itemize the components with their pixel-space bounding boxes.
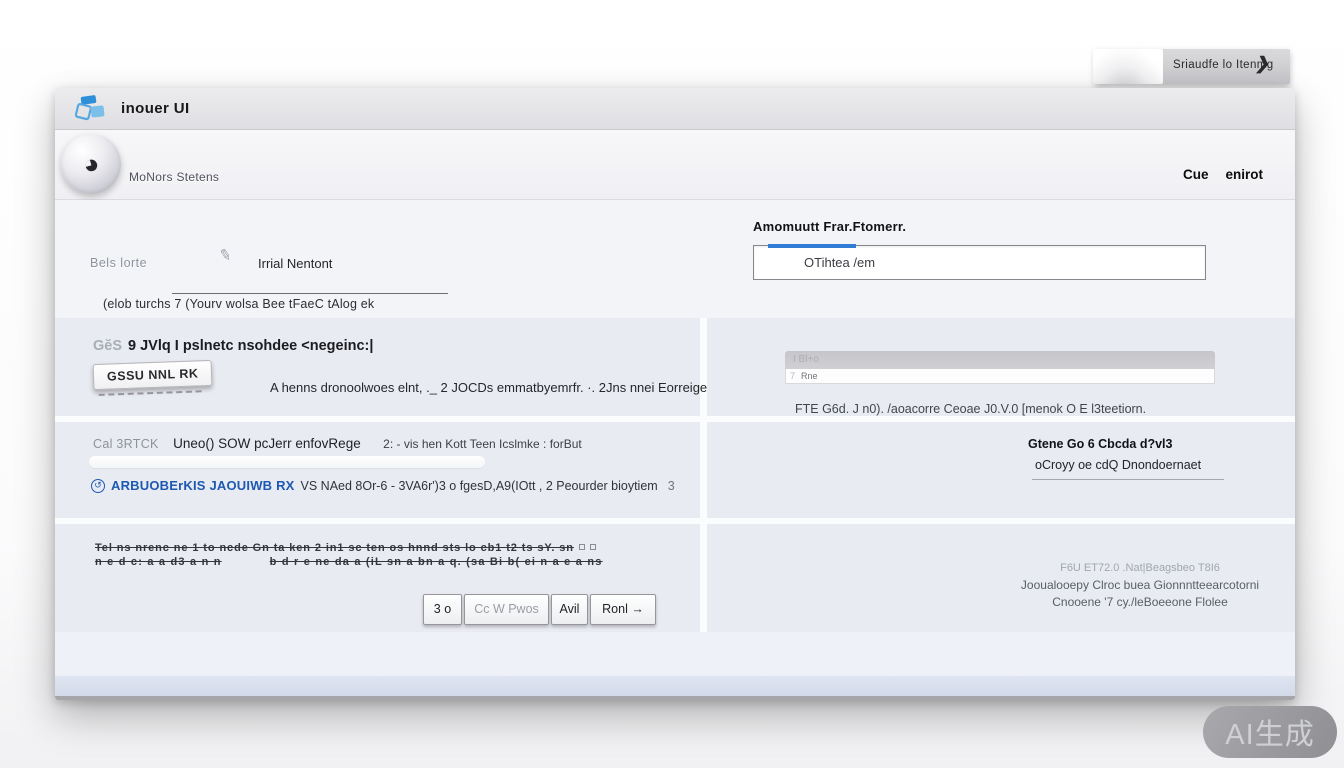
link-end-text: 3 xyxy=(668,479,675,493)
segment-button-forward[interactable]: Ronl → xyxy=(590,594,656,625)
main-window: inouer UI ◕ MoNors Stetens Cue enirot Be… xyxy=(55,88,1295,700)
info-line-1: F6U ET72.0 .Nat|Beagsbeo T8I6 xyxy=(1007,560,1273,577)
power-orb-button[interactable]: ◕ xyxy=(61,134,121,194)
progress-track xyxy=(89,456,485,468)
lower-spacer xyxy=(55,632,1295,676)
row1-heading-prefix: GĕS xyxy=(93,338,122,354)
row2-link[interactable]: ↺ ARBUOBErKIS JAOUIWB RX VS NAed 8Or-6 -… xyxy=(91,478,675,493)
power-glyph-icon: ◕ xyxy=(80,149,103,179)
strike-text-2a: n e d c: a a d3 a n n xyxy=(95,556,222,568)
row2-text-line: Cal 3RTCK Uneo() SOW pcJerr enfovRege 2:… xyxy=(93,435,582,453)
row1-description: A henns dronoolwoes elnt, ._ 2 JOCDs emm… xyxy=(270,380,733,395)
row1-heading-main: 9 JVlq I pslnetc nsohdee <negeinc:| xyxy=(128,338,373,354)
row1-right-caption: FTE G6d. J n0). /aoacorre Ceoae J0.V.0 [… xyxy=(795,402,1146,416)
name-underline xyxy=(172,293,448,294)
ai-generated-watermark: AI生成 xyxy=(1203,706,1337,758)
segment-button-1[interactable]: 3 o xyxy=(423,594,462,625)
segment-button-3[interactable]: Avil xyxy=(551,594,588,625)
row3-strike-line2: n e d c: a a d3 a n n b d r e ne da a (iL… xyxy=(95,556,603,568)
header-bar: ◕ MoNors Stetens Cue enirot xyxy=(55,130,1295,200)
amount-field-label: Amomuutt Frar.Ftomerr. xyxy=(753,219,906,234)
pencil-icon[interactable]: ✎ xyxy=(217,245,233,265)
list-item-mark: 7 xyxy=(790,371,795,381)
app-logo-icon xyxy=(75,95,107,123)
link-label: ARBUOBErKIS JAOUIWB RX xyxy=(111,478,295,493)
dropdown-list-item[interactable]: 7 Rne xyxy=(785,369,1215,384)
section-row2-right: Gtene Go 6 Cbcda d?vl3 oCroyy oe cdQ Dno… xyxy=(707,422,1295,518)
content-area: Bels lorte ✎ Irrial Nentont (elob turchs… xyxy=(55,200,1295,700)
row2-line-main: Uneo() SOW pcJerr enfovRege xyxy=(173,436,361,451)
section-row1-right: I Bl+o 7 Rne FTE G6d. J n0). /aoacorre C… xyxy=(707,318,1295,416)
link-text: VS NAed 8Or-6 - 3VA6r')3 o fgesD,A9(IOtt… xyxy=(301,479,658,493)
window-title: inouer UI xyxy=(121,100,190,117)
header-action-secondary[interactable]: enirot xyxy=(1225,167,1263,182)
row2-right-subheading[interactable]: oCroyy oe cdQ Dnondoernaet xyxy=(1035,458,1201,472)
segment-button-2[interactable]: Cc W Pwos xyxy=(464,594,549,625)
floating-toolbar[interactable]: Sriaudfe lo Itenmg ❯ xyxy=(1095,49,1290,84)
tiny-box-icon xyxy=(579,544,585,550)
row2-right-divider xyxy=(1032,479,1224,480)
tiny-box-icon xyxy=(590,544,596,550)
section-row2-left: Cal 3RTCK Uneo() SOW pcJerr enfovRege 2:… xyxy=(55,422,700,518)
name-caption: (elob turchs 7 (Yourv wolsa Bee tFaeC tA… xyxy=(103,297,374,311)
row1-heading: GĕS 9 JVlq I pslnetc nsohdee <negeinc:| xyxy=(93,338,373,354)
strike-text-2b: b d r e ne da a (iL sn a bn a q. (sa Bi … xyxy=(270,556,603,568)
window-bottom-edge xyxy=(55,696,1295,700)
row2-line-prefix: Cal 3RTCK xyxy=(93,437,159,451)
section-row3-left: Tel ns nrenc ne 1 to ncde Gn ta ken 2 in… xyxy=(55,524,700,632)
amount-field-wrapper xyxy=(753,245,1206,280)
footer-strip xyxy=(55,676,1295,696)
info-line-3: Cnooene '7 cy./leBoeeone Flolee xyxy=(1007,594,1273,611)
row2-line-suffix: 2: - vis hen Kott Teen Icslmke : forBut xyxy=(383,437,582,451)
button-group: 3 o Cc W Pwos Avil Ronl → xyxy=(423,594,656,625)
row1-action-button[interactable]: GSSU NNL RK xyxy=(93,360,213,390)
header-action-primary[interactable]: Cue xyxy=(1183,167,1209,182)
info-text-block: F6U ET72.0 .Nat|Beagsbeo T8I6 Jooualooep… xyxy=(1007,560,1273,611)
section-row3-right: F6U ET72.0 .Nat|Beagsbeo T8I6 Jooualooep… xyxy=(707,524,1295,632)
section-row1-left: GĕS 9 JVlq I pslnetc nsohdee <negeinc:| G… xyxy=(55,318,700,416)
list-item-label: Rne xyxy=(801,371,818,381)
dropdown-header-bar[interactable]: I Bl+o xyxy=(785,351,1215,369)
amount-input[interactable] xyxy=(754,246,1205,279)
refresh-circle-icon: ↺ xyxy=(91,479,105,493)
header-actions: Cue enirot xyxy=(1183,167,1263,182)
strike-text-1: Tel ns nrenc ne 1 to ncde Gn ta ken 2 in… xyxy=(95,542,574,554)
info-line-2: Jooualooepy Clroc buea Gionnntteearcotor… xyxy=(1007,577,1273,594)
name-label: Irrial Nentont xyxy=(258,256,332,271)
header-status-text: MoNors Stetens xyxy=(129,170,219,184)
name-label-muted: Bels lorte xyxy=(90,256,147,270)
top-form-section: Bels lorte ✎ Irrial Nentont (elob turchs… xyxy=(55,200,1295,318)
chevron-right-icon[interactable]: ❯ xyxy=(1254,54,1273,74)
toolbar-swoosh-decoration xyxy=(1093,49,1163,84)
row3-strike-line1: Tel ns nrenc ne 1 to ncde Gn ta ken 2 in… xyxy=(95,538,596,556)
row2-right-heading: Gtene Go 6 Cbcda d?vl3 xyxy=(1028,437,1172,451)
titlebar: inouer UI xyxy=(55,88,1295,130)
